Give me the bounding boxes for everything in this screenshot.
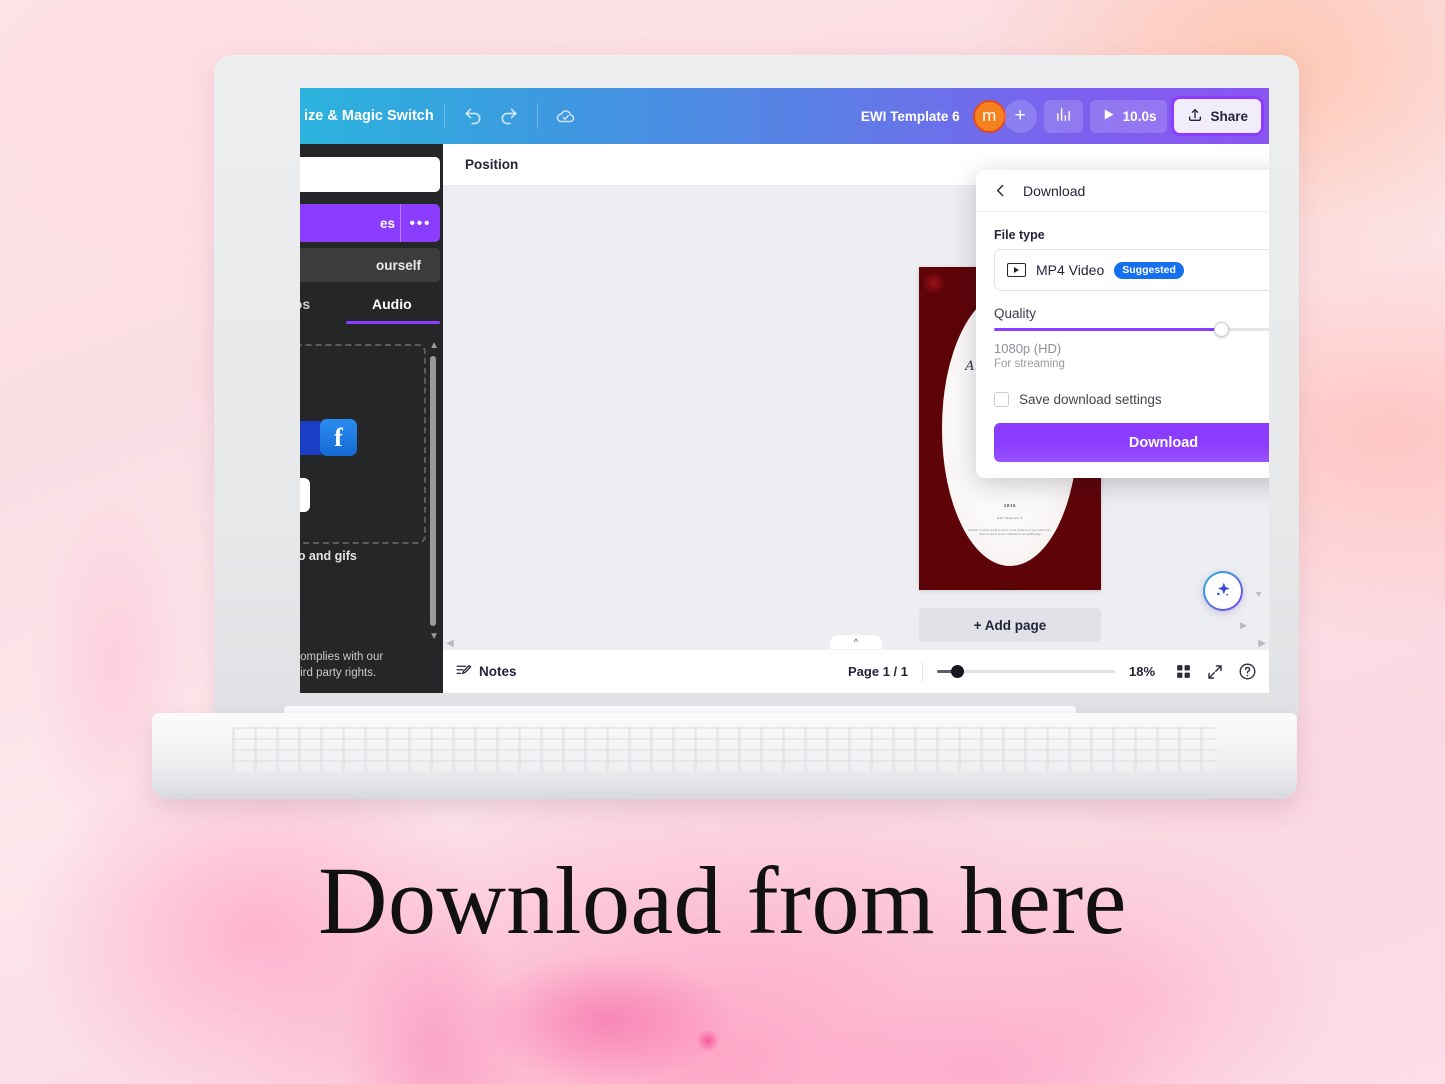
scroll-left-icon[interactable]: ◀ [446, 638, 454, 649]
toolbar-right-group: EWI Template 6 m + 10.0s Share [861, 99, 1269, 133]
save-download-settings-checkbox[interactable]: Save download settings [994, 392, 1269, 407]
laptop-lid: ize & Magic Switch EWI Template 6 m + 10… [214, 55, 1299, 720]
quality-slider[interactable] [994, 322, 1269, 337]
file-type-value: MP4 Video [1036, 262, 1105, 278]
share-upload-icon [1187, 107, 1203, 126]
position-button[interactable]: Position [465, 157, 518, 172]
toolbar-divider-2 [536, 103, 538, 129]
zoom-percent: 18% [1129, 664, 1156, 679]
left-side-panel: es ••• ourself eos Audio to upload or cc… [300, 144, 443, 693]
help-icon[interactable] [1238, 662, 1257, 681]
page-counter: Page 1 / 1 [848, 664, 908, 679]
bottom-panel-collapse-handle[interactable]: ^ [830, 635, 882, 649]
upload-files-button[interactable]: es ••• [300, 204, 440, 242]
facebook-icon[interactable]: f [320, 419, 357, 456]
bottom-divider [922, 661, 923, 682]
download-panel-body: File type MP4 Video Suggested Quality 10… [976, 212, 1269, 478]
play-icon [1101, 107, 1116, 125]
app-toolbar: ize & Magic Switch EWI Template 6 m + 10… [300, 88, 1269, 144]
analytics-icon [1055, 106, 1072, 126]
notes-button[interactable]: Notes [455, 662, 517, 682]
add-collaborator-button[interactable]: + [1003, 99, 1037, 133]
invitation-year: 2036 [1003, 502, 1017, 508]
scroll-down-icon[interactable]: ▼ [429, 631, 439, 642]
duration-label: 10.0s [1122, 108, 1157, 124]
laptop-mockup: ize & Magic Switch EWI Template 6 m + 10… [152, 55, 1299, 799]
quality-info: 1080p (HD) For streaming [994, 341, 1065, 370]
analytics-button[interactable] [1043, 99, 1083, 133]
undo-icon[interactable] [455, 98, 491, 134]
scroll-right-icon[interactable]: ▶ [1258, 638, 1266, 649]
bottom-bar: Notes Page 1 / 1 18% [443, 649, 1269, 693]
download-panel-header: Download [976, 170, 1269, 212]
toolbar-divider [443, 103, 445, 129]
cloud-saved-icon[interactable] [548, 98, 584, 134]
grid-view-icon[interactable] [1175, 663, 1192, 680]
zoom-slider[interactable] [937, 665, 1115, 678]
quality-slider-knob[interactable] [1214, 322, 1230, 337]
tab-videos[interactable]: eos [300, 296, 310, 312]
invitation-rsvp: RSVP [1003, 581, 1017, 586]
record-yourself-label: ourself [376, 257, 422, 273]
file-type-label: File type [994, 228, 1045, 242]
caption-text: Download from here [318, 847, 1127, 954]
zoom-slider-knob[interactable] [951, 665, 964, 678]
browse-files-button[interactable] [300, 478, 310, 512]
quality-slider-fill [994, 328, 1222, 331]
invitation-template-tag: EWI Template 6 [997, 515, 1023, 520]
toolbar-left-group: ize & Magic Switch [300, 88, 584, 144]
canvas-scroll-down-icon[interactable]: ▼ [1254, 589, 1263, 599]
save-download-settings-label: Save download settings [1019, 392, 1162, 407]
redo-icon[interactable] [491, 98, 527, 134]
laptop-keyboard [232, 727, 1217, 771]
download-panel-title: Download [1023, 182, 1086, 199]
notes-label: Notes [479, 664, 517, 679]
magic-sparkle-icon[interactable] [1203, 571, 1243, 611]
avatar[interactable]: m [972, 99, 1006, 133]
quality-info-row: 1080p (HD) For streaming [994, 341, 1269, 370]
search-input[interactable] [300, 157, 440, 192]
download-panel: Download File type MP4 Video Suggested Q… [976, 170, 1269, 478]
panel-scrollbar[interactable] [430, 356, 436, 626]
invitation-paragraph: Excited, romantic as life as event. In t… [968, 528, 1052, 537]
share-button[interactable]: Share [1174, 99, 1261, 133]
video-file-icon [1007, 263, 1026, 277]
upload-dropzone-text: to upload or ccount... [300, 366, 422, 406]
invitation-address: one-way where or... any city [983, 565, 1037, 570]
more-options-icon[interactable]: ••• [400, 204, 440, 242]
tab-audio[interactable]: Audio [372, 296, 412, 312]
tab-active-underline [346, 321, 440, 324]
add-page-button[interactable]: + Add page [919, 608, 1101, 642]
record-yourself-button[interactable]: ourself [300, 248, 440, 282]
share-label: Share [1210, 108, 1248, 124]
scroll-up-icon[interactable]: ▲ [429, 340, 439, 351]
bottom-bar-right: Page 1 / 1 18% [848, 661, 1257, 682]
supported-formats-text: deos, audio and gifs [300, 549, 357, 563]
canvas-scroll-right-icon[interactable]: ▶ [1240, 620, 1247, 631]
chevron-left-icon[interactable] [992, 182, 1009, 199]
quality-note: For streaming [994, 358, 1065, 370]
magic-switch-label[interactable]: ize & Magic Switch [300, 108, 434, 124]
checkbox-box[interactable] [994, 392, 1009, 407]
file-type-select[interactable]: MP4 Video Suggested [994, 249, 1269, 291]
document-name[interactable]: EWI Template 6 [861, 109, 960, 124]
suggested-badge: Suggested [1114, 261, 1184, 279]
quality-value: 1080p (HD) [994, 341, 1062, 356]
expand-icon[interactable] [1206, 663, 1224, 681]
play-duration-button[interactable]: 10.0s [1089, 99, 1168, 133]
notes-icon [455, 662, 472, 682]
laptop-screen: ize & Magic Switch EWI Template 6 m + 10… [300, 88, 1269, 693]
download-button[interactable]: Download [994, 423, 1269, 462]
quality-label: Quality [994, 306, 1037, 321]
upload-files-label: es [380, 215, 396, 231]
content-policy-note: ur content complies with our ringe any t… [300, 651, 384, 679]
panel-tabs: eos Audio [300, 294, 443, 328]
